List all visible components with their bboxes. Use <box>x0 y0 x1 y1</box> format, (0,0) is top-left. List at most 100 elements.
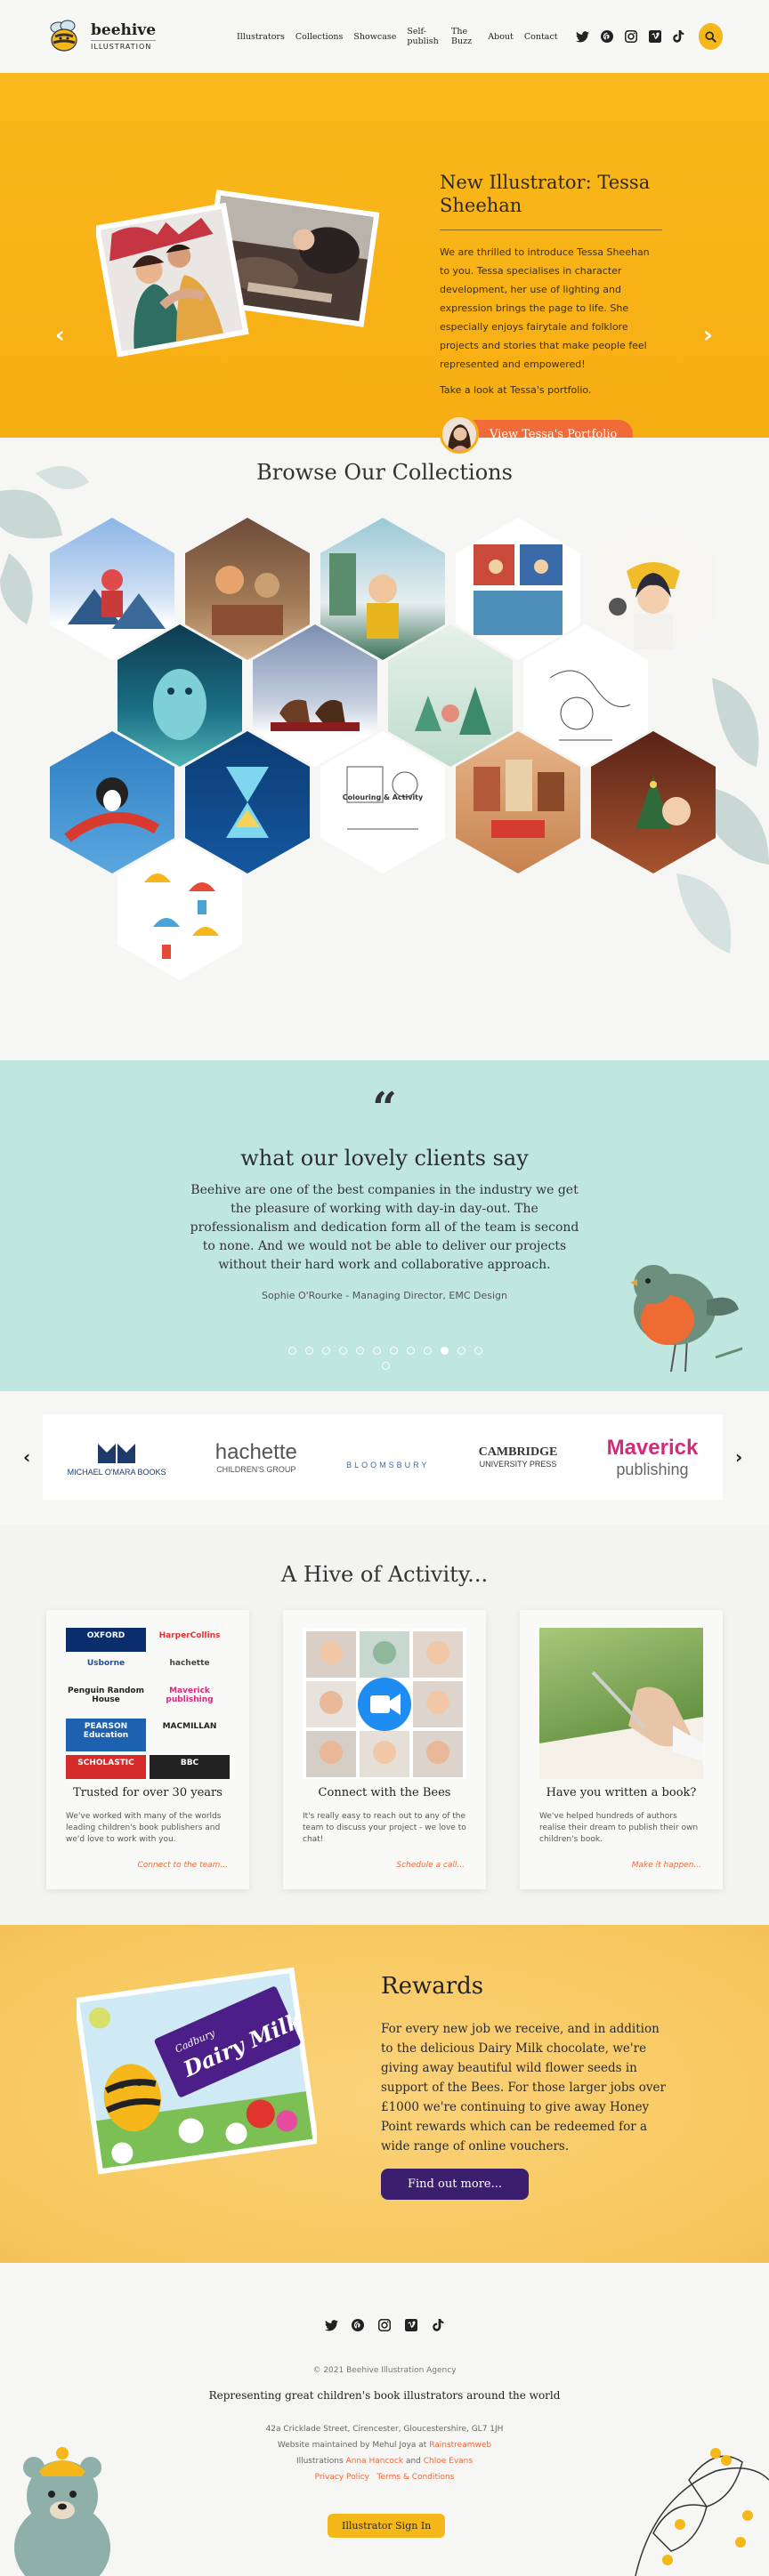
pinterest-icon[interactable] <box>351 2318 365 2332</box>
card-write-book-link[interactable]: Make it happen... <box>632 1861 701 1870</box>
footer-legal-links: Privacy Policy Terms & Conditions <box>0 2473 769 2482</box>
testimonial-dot[interactable] <box>407 1347 415 1355</box>
publisher-logo-hachette[interactable]: hachette CHILDREN'S GROUP <box>215 1440 297 1474</box>
card-trusted-title: Trusted for over 30 years <box>73 1786 223 1799</box>
testimonial-dot[interactable] <box>356 1347 364 1355</box>
terms-link[interactable]: Terms & Conditions <box>377 2473 455 2482</box>
illustrator-avatar <box>440 415 479 454</box>
publisher-logo-bloomsbury[interactable]: BLOOMSBURY <box>346 1445 429 1469</box>
find-out-more-button[interactable]: Find out more... <box>381 2169 530 2200</box>
nav-self-publish[interactable]: Self-publish <box>407 27 441 46</box>
testimonial-body: Beehive are one of the best companies in… <box>190 1183 579 1272</box>
writing-photo <box>539 1628 703 1779</box>
illustrator-link-chloe[interactable]: Chloe Evans <box>424 2457 473 2466</box>
collections-section: Browse Our Collections Colouring & Activ… <box>0 438 769 1060</box>
main-nav: Illustrators Collections Showcase Self-p… <box>237 27 558 46</box>
quote-icon: “ <box>372 1083 397 1133</box>
collections-title: Browse Our Collections <box>256 460 513 485</box>
hero-cta-text: Take a look at Tessa's portfolio. <box>440 384 592 396</box>
privacy-policy-link[interactable]: Privacy Policy <box>315 2473 369 2482</box>
card-write-book[interactable]: Have you written a book? We've helped hu… <box>520 1610 723 1889</box>
search-button[interactable] <box>698 23 723 50</box>
chevron-left-icon[interactable]: ‹ <box>55 322 65 349</box>
testimonial-dot[interactable] <box>390 1347 398 1355</box>
card-trusted-link[interactable]: Connect to the team... <box>137 1861 228 1870</box>
card-connect-link[interactable]: Schedule a call... <box>396 1861 465 1870</box>
chevron-right-icon[interactable]: › <box>735 1446 742 1468</box>
testimonial-dot[interactable] <box>339 1347 347 1355</box>
site-logo[interactable]: beehive ILLUSTRATION <box>46 19 233 54</box>
rewards-illustration: Cadbury Dairy Milk <box>77 1967 317 2175</box>
instagram-icon[interactable] <box>377 2318 392 2332</box>
nav-collections[interactable]: Collections <box>295 32 344 42</box>
activity-title: A Hive of Activity... <box>280 1562 489 1587</box>
chevron-right-icon[interactable]: › <box>703 322 713 349</box>
publishers-carousel: ‹ MICHAEL O'MARA BOOKS hachette CHILDREN… <box>0 1391 769 1525</box>
search-icon <box>705 30 716 43</box>
pinterest-icon[interactable] <box>600 29 614 44</box>
card-connect-title: Connect with the Bees <box>318 1786 451 1799</box>
illustrator-sign-in-button[interactable]: Illustrator Sign In <box>328 2514 446 2538</box>
tiktok-icon[interactable] <box>431 2318 445 2332</box>
colouring-label: Colouring & Activity <box>342 793 424 801</box>
publisher-logos: MICHAEL O'MARA BOOKS hachette CHILDREN'S… <box>43 1414 723 1500</box>
card-connect-desc: It's really easy to reach out to any of … <box>303 1812 466 1844</box>
publisher-logo-maverick[interactable]: Maverick publishing <box>607 1436 699 1479</box>
nav-the-buzz[interactable]: The Buzz <box>451 27 477 46</box>
testimonial-dot-active[interactable] <box>441 1347 449 1355</box>
publisher-logo-cambridge[interactable]: CAMBRIDGE UNIVERSITY PRESS <box>479 1445 558 1469</box>
hero-slider: ‹ › New Illustrator: Tessa Sheehan We ar <box>0 73 769 495</box>
testimonial-dot[interactable] <box>457 1347 465 1355</box>
publisher-logo-michael-omara[interactable]: MICHAEL O'MARA BOOKS <box>68 1438 166 1477</box>
site-footer: © 2021 Beehive Illustration Agency Repre… <box>0 2263 769 2576</box>
hero-title: New Illustrator: Tessa Sheehan <box>440 171 662 230</box>
card-trusted[interactable]: OXFORD HarperCollins Usborne hachette Pe… <box>46 1610 249 1889</box>
twitter-icon[interactable] <box>324 2318 338 2332</box>
rewards-title: Rewards <box>381 1973 484 2000</box>
rainstreamweb-link[interactable]: Rainstreamweb <box>429 2441 491 2450</box>
header-socials <box>576 29 686 44</box>
card-write-book-title: Have you written a book? <box>546 1786 697 1799</box>
hero-description: We are thrilled to introduce Tessa Sheeh… <box>440 246 650 370</box>
holly-illustration <box>635 2448 769 2576</box>
vimeo-icon[interactable] <box>404 2318 418 2332</box>
robin-illustration <box>630 1265 742 1373</box>
footer-maintained: Website maintained by Mehul Joya at Rain… <box>277 2441 492 2450</box>
card-write-book-desc: We've helped hundreds of authors realise… <box>539 1812 699 1844</box>
testimonial-pagination <box>287 1347 484 1370</box>
card-trusted-desc: We've worked with many of the worlds lea… <box>66 1812 222 1844</box>
vimeo-icon[interactable] <box>648 29 662 44</box>
bear-illustration <box>14 2447 110 2576</box>
activity-section: A Hive of Activity... OXFORD HarperColli… <box>0 1525 769 1925</box>
bee-logo-icon <box>50 20 77 52</box>
hero-illustration <box>96 189 380 358</box>
logo-subtitle: ILLUSTRATION <box>91 40 157 51</box>
instagram-icon[interactable] <box>624 29 638 44</box>
logo-name: beehive <box>91 21 157 39</box>
testimonial-dot[interactable] <box>474 1347 482 1355</box>
footer-address: 42a Cricklade Street, Cirencester, Glouc… <box>265 2425 504 2434</box>
nav-contact[interactable]: Contact <box>524 32 558 42</box>
twitter-icon[interactable] <box>576 29 590 44</box>
nav-illustrators[interactable]: Illustrators <box>237 32 285 42</box>
rewards-body: For every new job we receive, and in add… <box>381 2022 666 2153</box>
testimonial-dot[interactable] <box>373 1347 381 1355</box>
footer-copyright: © 2021 Beehive Illustration Agency <box>312 2366 457 2375</box>
footer-socials <box>0 2318 769 2332</box>
testimonial-dot[interactable] <box>424 1347 432 1355</box>
publisher-collage: OXFORD HarperCollins Usborne hachette Pe… <box>66 1628 230 1779</box>
nav-showcase[interactable]: Showcase <box>353 32 396 42</box>
testimonial-section: “ what our lovely clients say Beehive ar… <box>0 1060 769 1391</box>
chevron-left-icon[interactable]: ‹ <box>23 1446 30 1468</box>
testimonial-dot[interactable] <box>288 1347 296 1355</box>
testimonial-dot[interactable] <box>322 1347 330 1355</box>
testimonial-dot[interactable] <box>305 1347 313 1355</box>
tiktok-icon[interactable] <box>672 29 686 44</box>
card-connect[interactable]: Connect with the Bees It's really easy t… <box>283 1610 486 1889</box>
nav-about[interactable]: About <box>488 32 514 42</box>
footer-tagline: Representing great children's book illus… <box>208 2389 561 2402</box>
testimonial-dot[interactable] <box>381 1362 390 1370</box>
illustrator-link-anna[interactable]: Anna Hancock <box>346 2457 404 2466</box>
footer-illustrations-credit: Illustrations Anna Hancock and Chloe Eva… <box>295 2457 474 2466</box>
rewards-section: Cadbury Dairy Milk Rewards For every new… <box>0 1925 769 2263</box>
